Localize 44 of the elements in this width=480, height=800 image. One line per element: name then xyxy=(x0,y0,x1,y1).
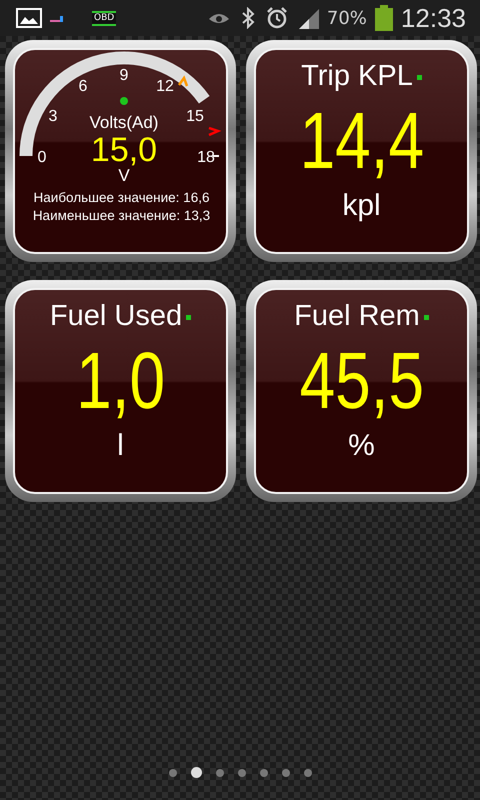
gauge-title: Fuel Rem xyxy=(294,302,429,331)
scale-label: 3 xyxy=(48,108,58,125)
page-indicator-dot[interactable] xyxy=(168,768,176,776)
gauge-card[interactable]: Fuel Rem 45,5 % xyxy=(246,280,477,502)
scale-label: 15 xyxy=(186,108,204,125)
picture-icon xyxy=(16,8,42,28)
gauge-value: 14,4 xyxy=(299,101,424,181)
stat-text: Наибольшее значение: 16,6 xyxy=(34,190,210,205)
scale-label: 18 xyxy=(197,149,215,166)
clock-time: 12:33 xyxy=(400,2,466,34)
status-dot xyxy=(120,97,128,105)
signal-icon xyxy=(296,7,319,29)
unit-label: V xyxy=(118,166,130,185)
alarm-icon xyxy=(264,6,289,30)
scale-label: 0 xyxy=(38,149,46,166)
tick-mark xyxy=(213,155,219,157)
gauge-card[interactable]: Trip KPL 14,4 kpl xyxy=(246,40,477,262)
unit-label: kpl xyxy=(342,189,381,223)
gauge-value: 1,0 xyxy=(76,341,165,421)
gauge-title: Trip KPL xyxy=(301,62,422,91)
unit-label: % xyxy=(348,429,375,463)
obd-icon: OBD xyxy=(92,10,116,26)
gauge-value: 15,0 xyxy=(90,131,158,169)
gauge-value: 45,5 xyxy=(299,341,424,421)
gauge-card[interactable]: 0 3 6 9 12 15 18 Volts(Ad) 15,0 V Наибольшее значение: 16,6 Наименьшее значение: 13,3 xyxy=(5,40,236,262)
signal-icon xyxy=(50,14,64,22)
page-indicator-dot[interactable] xyxy=(190,767,202,778)
battery-percent: 70% xyxy=(326,8,367,28)
scale-label: 12 xyxy=(156,78,174,95)
gauge-card[interactable]: Fuel Used 1,0 l xyxy=(5,280,236,502)
page-indicator-dot[interactable] xyxy=(260,768,268,776)
page-indicator-dot[interactable] xyxy=(282,768,290,776)
gauge-title: Fuel Used xyxy=(50,302,192,331)
stat-text: Наименьшее значение: 13,3 xyxy=(32,208,210,223)
alarm-marker-icon xyxy=(208,126,222,136)
page-indicator-dot[interactable] xyxy=(238,768,246,776)
battery-icon xyxy=(374,5,393,31)
gauge-title: Volts(Ad) xyxy=(90,113,158,132)
warning-marker-icon xyxy=(178,75,188,86)
scale-label: 6 xyxy=(78,78,88,95)
unit-label: l xyxy=(117,429,124,463)
scale-label: 9 xyxy=(120,67,128,84)
page-indicator-dot[interactable] xyxy=(304,768,312,776)
page-indicator-dot[interactable] xyxy=(216,768,224,776)
